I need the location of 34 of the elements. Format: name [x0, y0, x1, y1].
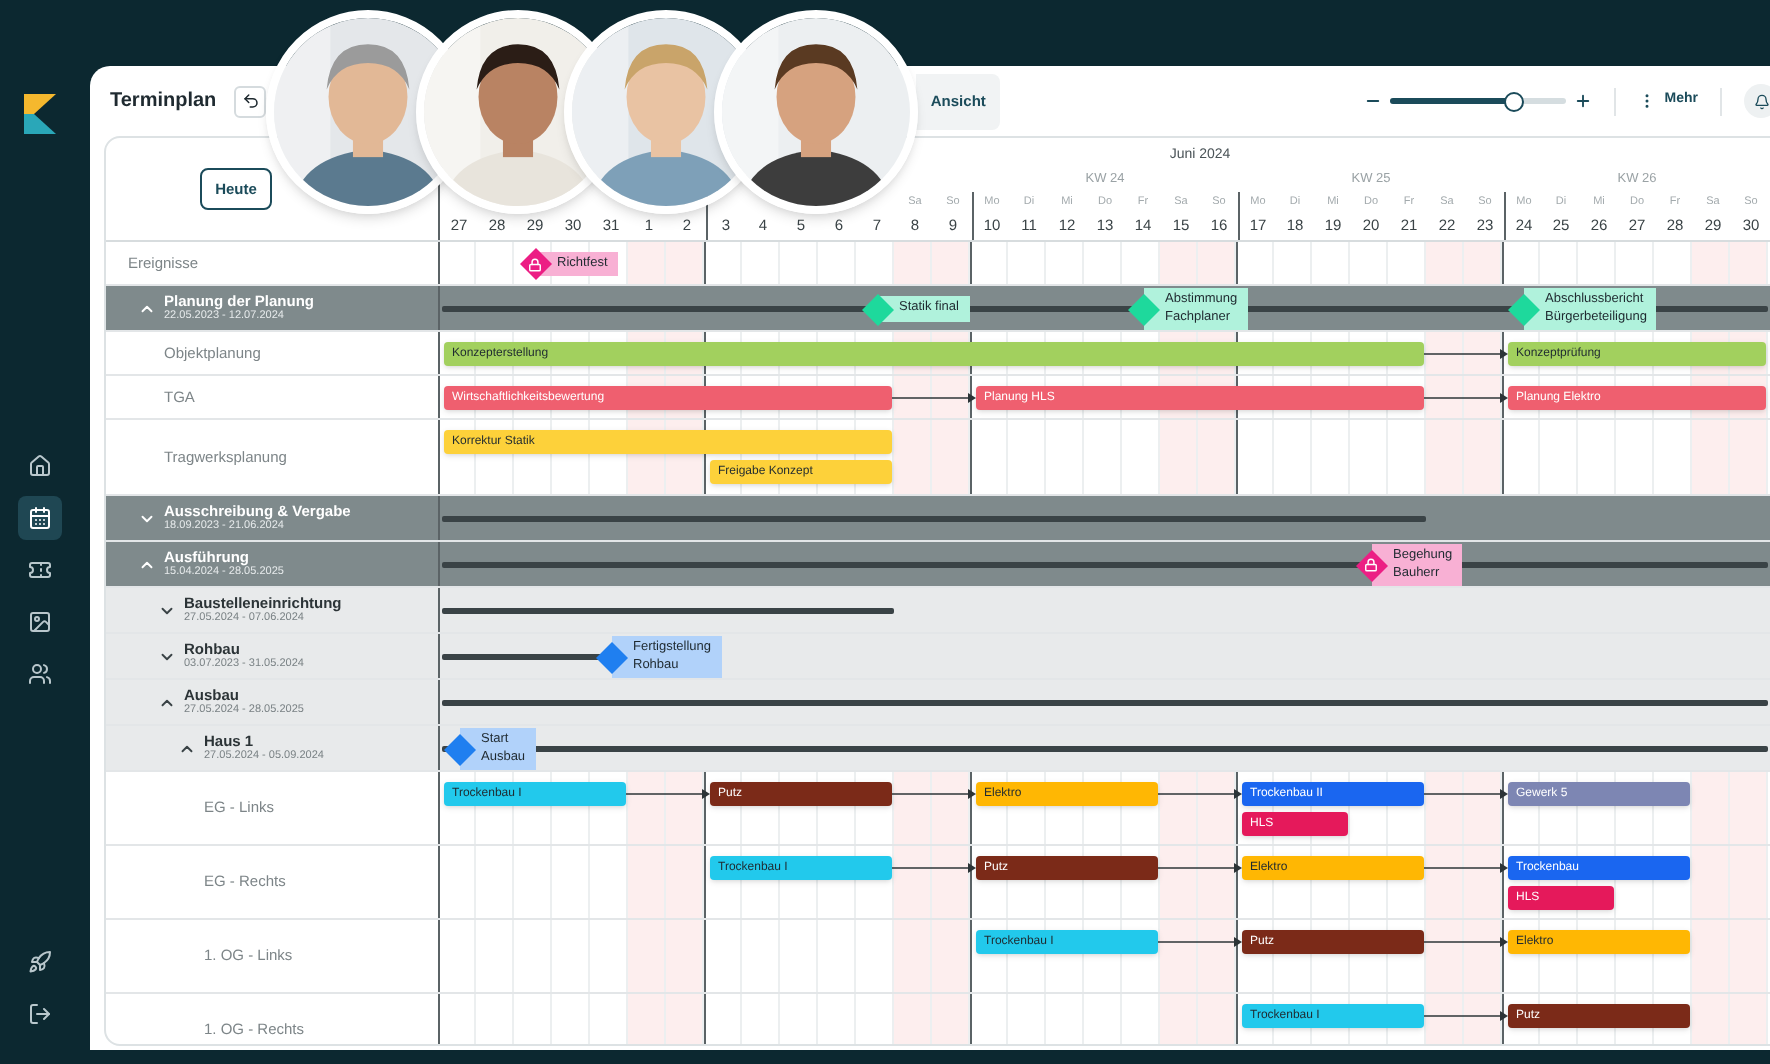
dependency-arrow [1424, 862, 1508, 874]
logout-icon [28, 1002, 52, 1026]
milestone-diamond[interactable] [1127, 293, 1159, 325]
rocket-icon [28, 950, 52, 974]
logo-icon[interactable] [24, 94, 56, 134]
dependency-arrow [1424, 348, 1508, 360]
dependency-arrow [1158, 788, 1242, 800]
milestone-diamond[interactable] [595, 641, 627, 673]
notifications-button[interactable] [1744, 84, 1770, 118]
dependency-arrow [1158, 862, 1242, 874]
calendar-icon [28, 506, 52, 530]
dependency-arrow [892, 862, 976, 874]
dependency-arrow [892, 788, 976, 800]
milestone-diamond[interactable] [861, 293, 893, 325]
dependency-arrow [1424, 788, 1508, 800]
dependency-arrow [1424, 1010, 1508, 1022]
nav-button[interactable] [18, 496, 62, 540]
slider-thumb[interactable] [1503, 91, 1524, 111]
image-icon [28, 610, 52, 634]
undo-button[interactable] [234, 85, 267, 117]
undo-icon [241, 92, 260, 110]
page-title: Terminplan [110, 88, 217, 116]
dependency-arrow [892, 392, 976, 404]
home-icon [28, 454, 52, 478]
dependency-arrow [1424, 392, 1508, 404]
dependency-arrow [626, 788, 710, 800]
bell-icon [1753, 93, 1769, 109]
milestone-diamond[interactable] [1507, 293, 1539, 325]
dependency-arrow [1424, 936, 1508, 948]
zoom-in-icon[interactable] [1574, 92, 1593, 110]
users-icon [28, 662, 52, 686]
dependency-arrow [1158, 936, 1242, 948]
milestone-diamond[interactable] [443, 733, 475, 765]
ticket-icon [28, 558, 52, 582]
